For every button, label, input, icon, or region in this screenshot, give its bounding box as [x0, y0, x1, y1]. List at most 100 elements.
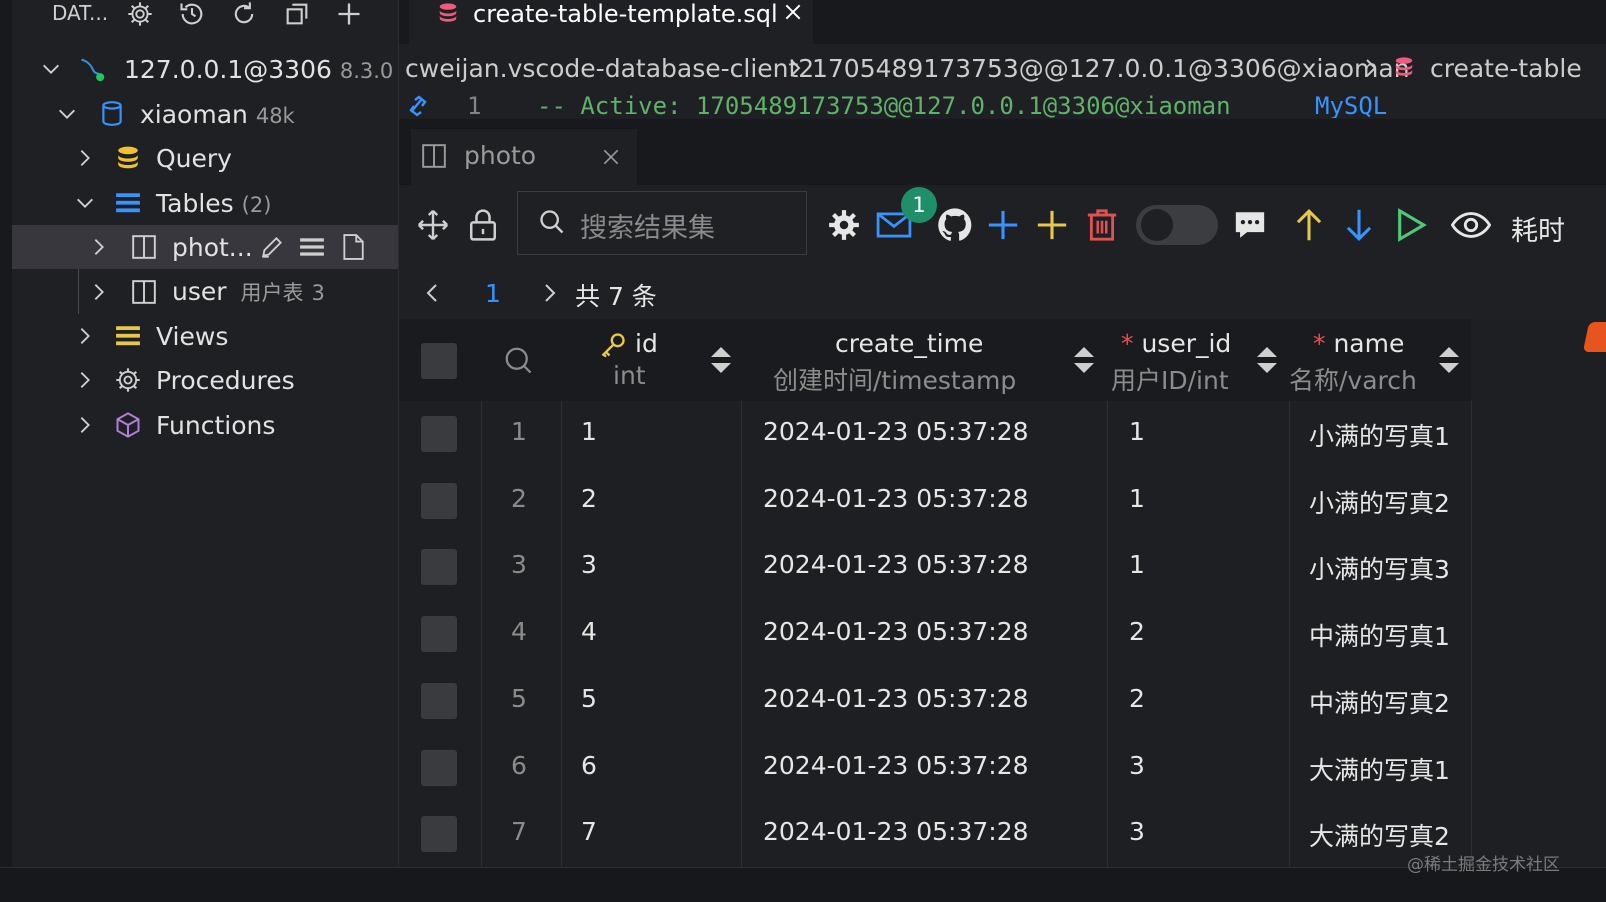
refresh-icon[interactable]	[228, 0, 260, 28]
github-icon[interactable]	[935, 205, 975, 245]
sql-dialect-label[interactable]: MySQL	[1315, 92, 1387, 118]
tab-photo[interactable]: photo	[411, 129, 637, 185]
chevron-down-icon	[74, 192, 96, 214]
cell-id[interactable]: 4	[581, 617, 597, 646]
settings-gear-icon[interactable]	[824, 205, 864, 245]
previous-page-icon[interactable]	[423, 281, 441, 305]
select-all-checkbox[interactable]	[421, 343, 457, 379]
cell-user-id[interactable]: 1	[1129, 417, 1145, 446]
cell-create-time[interactable]: 2024-01-23 05:37:28	[763, 684, 1029, 713]
row-checkbox[interactable]	[421, 682, 457, 719]
table-row[interactable]: 2 2 2024-01-23 05:37:28 1 小满的写真2	[399, 468, 1471, 535]
header-column-name[interactable]: * name 名称/varch	[1289, 319, 1471, 401]
row-checkbox[interactable]	[421, 816, 457, 853]
eye-icon[interactable]	[1451, 205, 1491, 245]
cell-user-id[interactable]: 2	[1129, 684, 1145, 713]
cell-id[interactable]: 2	[581, 484, 597, 513]
collapse-all-icon[interactable]	[281, 0, 313, 28]
breadcrumb-item-file[interactable]: create-table	[1430, 54, 1582, 83]
history-icon[interactable]	[176, 0, 208, 28]
header-column-id[interactable]: id int	[561, 319, 741, 401]
open-data-list-icon[interactable]	[298, 233, 326, 261]
cell-user-id[interactable]: 3	[1129, 817, 1145, 846]
code-editor-line[interactable]: 1 -- Active: 1705489173753@@127.0.0.1@33…	[399, 92, 1606, 118]
arrow-up-icon[interactable]	[1289, 205, 1329, 245]
run-play-icon[interactable]	[1391, 205, 1431, 245]
table-row[interactable]: 1 1 2024-01-23 05:37:28 1 小满的写真1	[399, 401, 1471, 468]
cell-name[interactable]: 小满的写真1	[1309, 417, 1450, 453]
table-row[interactable]: 3 3 2024-01-23 05:37:28 1 小满的写真3	[399, 534, 1471, 601]
tree-item-query[interactable]: Query	[12, 136, 398, 180]
tree-item-procedures[interactable]: Procedures	[12, 358, 398, 402]
cell-name[interactable]: 大满的写真1	[1309, 751, 1450, 787]
row-checkbox[interactable]	[421, 416, 457, 452]
cell-user-id[interactable]: 3	[1129, 751, 1145, 780]
settings-gear-icon[interactable]	[124, 0, 156, 28]
add-connection-icon[interactable]	[333, 0, 365, 28]
row-checkbox[interactable]	[421, 749, 457, 786]
result-toolbar: 搜索结果集 1 耗时	[399, 185, 1606, 269]
cell-create-time[interactable]: 2024-01-23 05:37:28	[763, 417, 1029, 446]
delete-trash-icon[interactable]	[1082, 205, 1122, 245]
cell-id[interactable]: 7	[581, 817, 597, 846]
toggle-switch[interactable]	[1136, 205, 1218, 245]
cell-name[interactable]: 大满的写真2	[1309, 817, 1450, 853]
sort-toggle-icon[interactable]	[1437, 345, 1461, 375]
close-icon[interactable]	[601, 147, 621, 167]
tree-item-tables[interactable]: Tables (2)	[12, 181, 398, 225]
search-icon[interactable]	[503, 345, 533, 375]
result-search-input[interactable]: 搜索结果集	[517, 191, 807, 255]
header-column-user-id[interactable]: * user_id 用户ID/int	[1107, 319, 1289, 401]
add-row-icon[interactable]	[983, 205, 1023, 245]
row-checkbox[interactable]	[421, 616, 457, 653]
sort-toggle-icon[interactable]	[709, 345, 733, 375]
column-divider	[1471, 401, 1472, 867]
table-row[interactable]: 4 4 2024-01-23 05:37:28 2 中满的写真1	[399, 601, 1471, 668]
table-row[interactable]: 7 7 2024-01-23 05:37:28 3 大满的写真2	[399, 801, 1471, 868]
cell-name[interactable]: 中满的写真2	[1309, 684, 1450, 720]
sort-toggle-icon[interactable]	[1255, 345, 1279, 375]
sort-toggle-icon[interactable]	[1072, 345, 1096, 375]
new-file-icon[interactable]	[339, 233, 367, 261]
cell-create-time[interactable]: 2024-01-23 05:37:28	[763, 617, 1029, 646]
cell-name[interactable]: 小满的写真3	[1309, 550, 1450, 586]
cell-name[interactable]: 中满的写真1	[1309, 617, 1450, 653]
cell-create-time[interactable]: 2024-01-23 05:37:28	[763, 817, 1029, 846]
breadcrumb-item-connection[interactable]: 1705489173753@@127.0.0.1@3306@xiaoman	[812, 54, 1410, 83]
cell-create-time[interactable]: 2024-01-23 05:37:28	[763, 550, 1029, 579]
cell-user-id[interactable]: 1	[1129, 484, 1145, 513]
cell-id[interactable]: 1	[581, 417, 597, 446]
cell-user-id[interactable]: 2	[1129, 617, 1145, 646]
arrow-down-icon[interactable]	[1339, 205, 1379, 245]
current-page-number[interactable]: 1	[485, 279, 501, 308]
tree-item-table-photo[interactable]: phot...	[12, 225, 398, 269]
next-page-icon[interactable]	[541, 281, 559, 305]
row-checkbox[interactable]	[421, 482, 457, 519]
cell-user-id[interactable]: 1	[1129, 550, 1145, 579]
tab-create-table-template[interactable]: create-table-template.sql	[409, 0, 813, 44]
tree-item-database[interactable]: xiaoman 48k	[12, 92, 398, 136]
table-row[interactable]: 6 6 2024-01-23 05:37:28 3 大满的写真1	[399, 735, 1471, 802]
breadcrumb-item-extension[interactable]: cweijan.vscode-database-client2	[405, 54, 814, 83]
cell-create-time[interactable]: 2024-01-23 05:37:28	[763, 751, 1029, 780]
codelens-link-icon[interactable]	[403, 94, 433, 118]
add-column-icon[interactable]	[1032, 205, 1072, 245]
tree-item-table-user[interactable]: user 用户表 3	[12, 270, 398, 314]
comment-icon[interactable]	[1230, 205, 1270, 245]
cell-id[interactable]: 6	[581, 751, 597, 780]
move-icon[interactable]	[413, 205, 453, 245]
tree-item-connection[interactable]: 127.0.0.1@3306 8.3.0	[12, 47, 398, 91]
edit-pencil-icon[interactable]	[258, 233, 286, 261]
cell-id[interactable]: 3	[581, 550, 597, 579]
close-icon[interactable]	[783, 2, 803, 22]
lock-icon[interactable]	[463, 205, 503, 245]
tree-item-functions[interactable]: Functions	[12, 403, 398, 447]
query-label: Query	[156, 143, 232, 173]
tree-item-views[interactable]: Views	[12, 314, 398, 358]
row-checkbox[interactable]	[421, 549, 457, 586]
cell-name[interactable]: 小满的写真2	[1309, 484, 1450, 520]
header-column-create-time[interactable]: create_time 创建时间/timestamp	[741, 319, 1107, 401]
cell-id[interactable]: 5	[581, 684, 597, 713]
cell-create-time[interactable]: 2024-01-23 05:37:28	[763, 484, 1029, 513]
table-row[interactable]: 5 5 2024-01-23 05:37:28 2 中满的写真2	[399, 668, 1471, 735]
